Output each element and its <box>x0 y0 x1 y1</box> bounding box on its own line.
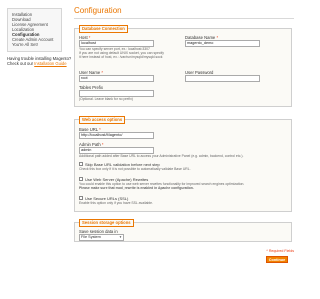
session-storage-select[interactable]: File System ▼ <box>79 234 124 241</box>
web-access-section: Web access options Base URL * http://loc… <box>74 116 292 212</box>
session-storage-value: File System <box>81 235 101 239</box>
admin-path-input[interactable]: admin <box>79 147 154 154</box>
secure-urls-checkbox[interactable] <box>79 196 83 200</box>
user-name-input[interactable]: root <box>79 75 154 82</box>
help-line-guide: Check out our Installation Guide <box>7 61 67 66</box>
web-access-legend: Web access options <box>79 116 126 124</box>
help-prefix: Check out our <box>7 61 35 66</box>
web-server-rewrites-note: Please make sure that mod_rewrite is ena… <box>79 186 194 190</box>
installation-steps: Installation Download License Agreement … <box>7 8 62 52</box>
help-text: Having trouble installing Magento? Check… <box>7 56 71 66</box>
skip-url-validation-note: Check this box only if it is not possibl… <box>79 167 191 171</box>
required-fields-note: * Required Fields <box>266 249 294 253</box>
page-title: Configuration <box>74 6 294 19</box>
base-url-input[interactable]: http://localhost/Magento/ <box>79 132 154 139</box>
tables-prefix-input[interactable] <box>79 90 154 97</box>
database-connection-section: Database Connection Host * localhost You… <box>74 25 292 107</box>
continue-button[interactable]: Continue <box>266 256 288 263</box>
session-storage-section: Session storage options Save session dat… <box>74 219 292 242</box>
chevron-down-icon: ▼ <box>119 235 122 239</box>
secure-urls-note: Enable this option only if you have SSL … <box>79 201 153 205</box>
database-name-input[interactable]: magento_demo <box>185 40 260 47</box>
database-connection-legend: Database Connection <box>79 25 128 33</box>
skip-url-validation-checkbox[interactable] <box>79 162 83 166</box>
main-content: Configuration Database Connection Host *… <box>74 6 294 242</box>
host-input[interactable]: localhost <box>79 40 154 47</box>
admin-path-note: Additional path added after Base URL to … <box>79 154 244 158</box>
host-note: it here instead of host, ex.: /var/run/m… <box>79 55 163 59</box>
user-password-input[interactable] <box>185 75 260 82</box>
installation-guide-link[interactable]: Installation Guide <box>34 61 66 66</box>
sidebar-item-all-set: You're All Set! <box>12 42 38 47</box>
session-storage-legend: Session storage options <box>79 219 134 227</box>
tables-prefix-note: (Optional. Leave blank for no prefix) <box>79 97 133 101</box>
web-server-rewrites-checkbox[interactable] <box>79 177 83 181</box>
sidebar: Installation Download License Agreement … <box>7 8 71 66</box>
